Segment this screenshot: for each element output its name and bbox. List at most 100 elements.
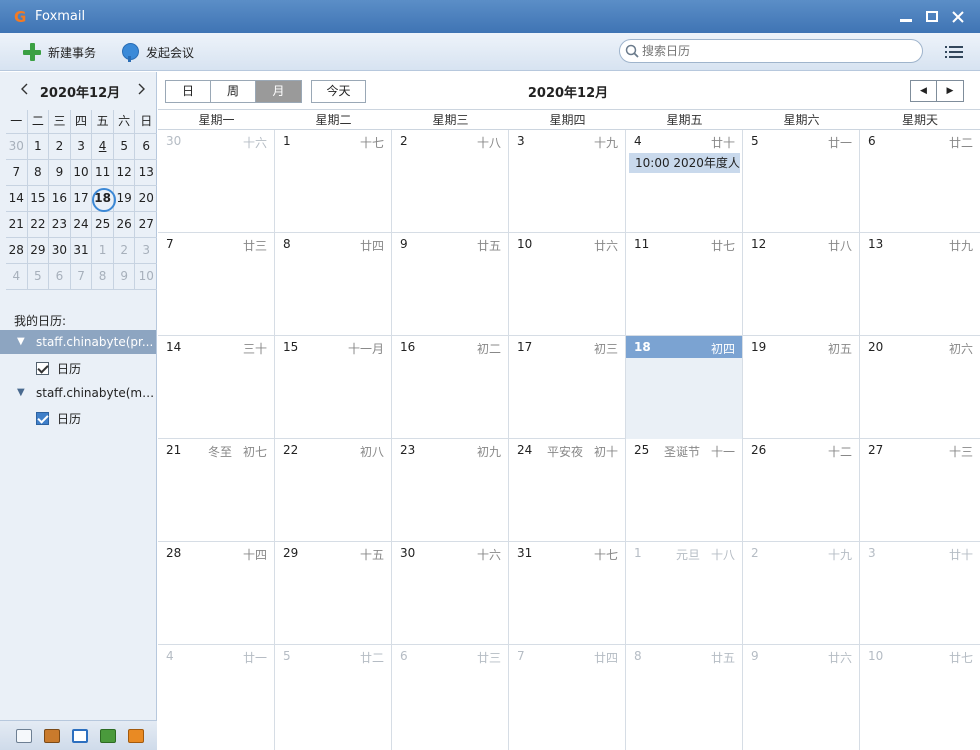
day-cell-today[interactable]: 18 初四: [626, 336, 743, 439]
day-cell[interactable]: 26 十二: [743, 439, 860, 542]
day-view-button[interactable]: 日: [166, 81, 211, 102]
calendar-item-mi[interactable]: 日历: [36, 408, 81, 428]
day-cell[interactable]: 24 平安夜 初十: [509, 439, 626, 542]
mini-day[interactable]: 11: [92, 160, 114, 185]
mini-day[interactable]: 8: [28, 160, 50, 185]
triangle-down-icon[interactable]: ▼: [17, 381, 25, 405]
mini-day[interactable]: 9: [49, 160, 71, 185]
mini-day[interactable]: 30: [49, 238, 71, 263]
day-cell[interactable]: 13 廿九: [860, 233, 980, 336]
mini-day[interactable]: 7: [71, 264, 93, 289]
day-cell[interactable]: 5 廿二: [275, 645, 392, 750]
calendar-item-pr[interactable]: 日历: [36, 358, 81, 378]
day-cell[interactable]: 14 三十: [158, 336, 275, 439]
mini-day[interactable]: 2: [114, 238, 136, 263]
calendar-module-icon[interactable]: [72, 729, 88, 743]
day-cell[interactable]: 21 冬至 初七: [158, 439, 275, 542]
day-cell[interactable]: 10 廿六: [509, 233, 626, 336]
mini-day[interactable]: 12: [114, 160, 136, 185]
day-cell[interactable]: 9 廿六: [743, 645, 860, 750]
mini-day[interactable]: 15: [28, 186, 50, 211]
day-cell[interactable]: 22 初八: [275, 439, 392, 542]
mini-day[interactable]: 7: [6, 160, 28, 185]
mini-day[interactable]: 4: [6, 264, 28, 289]
day-cell[interactable]: 2 十八: [392, 130, 509, 233]
day-cell[interactable]: 12 廿八: [743, 233, 860, 336]
mini-day[interactable]: 6: [135, 134, 157, 159]
account-item-mi[interactable]: ▼ staff.chinabyte(mi...: [0, 381, 156, 405]
day-cell[interactable]: 6 廿三: [392, 645, 509, 750]
day-cell[interactable]: 9 廿五: [392, 233, 509, 336]
mini-day[interactable]: 29: [28, 238, 50, 263]
notes-module-icon[interactable]: [100, 729, 116, 743]
mini-day[interactable]: 4: [92, 134, 114, 159]
mini-day[interactable]: 21: [6, 212, 28, 237]
mini-day[interactable]: 17: [71, 186, 93, 211]
mini-day[interactable]: 13: [135, 160, 157, 185]
rss-module-icon[interactable]: [128, 729, 144, 743]
mini-next-month-button[interactable]: [133, 81, 149, 97]
mini-day[interactable]: 2: [49, 134, 71, 159]
mini-day[interactable]: 20: [135, 186, 157, 211]
mini-day[interactable]: 26: [114, 212, 136, 237]
day-cell[interactable]: 28 十四: [158, 542, 275, 645]
week-view-button[interactable]: 周: [211, 81, 256, 102]
day-cell[interactable]: 29 十五: [275, 542, 392, 645]
day-cell[interactable]: 11 廿七: [626, 233, 743, 336]
day-cell[interactable]: 15 十一月: [275, 336, 392, 439]
day-cell[interactable]: 2 十九: [743, 542, 860, 645]
mail-module-icon[interactable]: [16, 729, 32, 743]
menu-list-icon[interactable]: [945, 45, 963, 59]
day-cell[interactable]: 27 十三: [860, 439, 980, 542]
day-cell[interactable]: 20 初六: [860, 336, 980, 439]
day-cell[interactable]: 7 廿四: [509, 645, 626, 750]
mini-day[interactable]: 3: [135, 238, 157, 263]
mini-day[interactable]: 5: [28, 264, 50, 289]
day-cell[interactable]: 6 廿二: [860, 130, 980, 233]
day-cell[interactable]: 19 初五: [743, 336, 860, 439]
mini-day[interactable]: 31: [71, 238, 93, 263]
day-cell[interactable]: 23 初九: [392, 439, 509, 542]
mini-day[interactable]: 10: [135, 264, 157, 289]
day-cell[interactable]: 30 十六: [392, 542, 509, 645]
event-item[interactable]: 10:00 2020年度人: [629, 153, 740, 173]
day-cell[interactable]: 4 廿十 10:00 2020年度人: [626, 130, 743, 233]
mini-day[interactable]: 19: [114, 186, 136, 211]
mini-day[interactable]: 23: [49, 212, 71, 237]
maximize-button[interactable]: [923, 8, 941, 26]
mini-day[interactable]: 9: [114, 264, 136, 289]
day-cell[interactable]: 10 廿七: [860, 645, 980, 750]
mini-day[interactable]: 30: [6, 134, 28, 159]
mini-day[interactable]: 24: [71, 212, 93, 237]
day-cell[interactable]: 1 元旦 十八: [626, 542, 743, 645]
day-cell[interactable]: 1 十七: [275, 130, 392, 233]
day-cell[interactable]: 7 廿三: [158, 233, 275, 336]
day-cell[interactable]: 16 初二: [392, 336, 509, 439]
day-cell[interactable]: 25 圣诞节 十一: [626, 439, 743, 542]
calendar-checkbox[interactable]: [36, 411, 49, 425]
day-cell[interactable]: 3 十九: [509, 130, 626, 233]
mini-day[interactable]: 10: [71, 160, 93, 185]
mini-day[interactable]: 3: [71, 134, 93, 159]
new-event-button[interactable]: 新建事务: [22, 41, 96, 63]
day-cell[interactable]: 4 廿一: [158, 645, 275, 750]
mini-day[interactable]: 14: [6, 186, 28, 211]
prev-month-button[interactable]: ◀: [911, 81, 937, 101]
next-month-button[interactable]: ▶: [937, 81, 963, 101]
month-view-button[interactable]: 月: [256, 81, 301, 102]
close-button[interactable]: [949, 8, 967, 26]
mini-day[interactable]: 22: [28, 212, 50, 237]
mini-day[interactable]: 5: [114, 134, 136, 159]
search-input[interactable]: [642, 43, 912, 59]
mini-day[interactable]: 16: [49, 186, 71, 211]
mini-day[interactable]: 8: [92, 264, 114, 289]
mini-day-today[interactable]: 18: [92, 186, 116, 212]
triangle-down-icon[interactable]: ▼: [17, 330, 25, 354]
day-cell[interactable]: 5 廿一: [743, 130, 860, 233]
account-item-pr[interactable]: ▼ staff.chinabyte(pr...: [0, 330, 156, 354]
mini-day[interactable]: 27: [135, 212, 157, 237]
contacts-module-icon[interactable]: [44, 729, 60, 743]
mini-day[interactable]: 1: [28, 134, 50, 159]
day-cell[interactable]: 31 十七: [509, 542, 626, 645]
day-cell[interactable]: 30 十六: [158, 130, 275, 233]
